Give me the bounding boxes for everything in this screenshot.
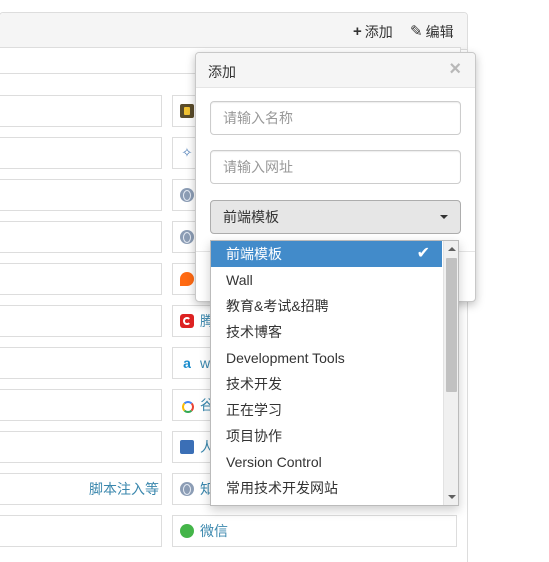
option-label: 技术博客 xyxy=(226,324,282,340)
category-select[interactable]: 前端模板 xyxy=(210,200,461,234)
url-input[interactable] xyxy=(210,150,461,184)
check-icon: ✔ xyxy=(416,245,430,262)
link-box[interactable] xyxy=(0,347,162,379)
category-dropdown: 前端模板 ✔ Wall 教育&考试&招聘 技术博客 Development To… xyxy=(210,240,459,506)
dropdown-options: 前端模板 ✔ Wall 教育&考试&招聘 技术博客 Development To… xyxy=(211,241,442,501)
link-box[interactable]: 微信 xyxy=(172,515,457,547)
edit-button[interactable]: ✎ 编辑 xyxy=(410,22,454,42)
link-box[interactable] xyxy=(0,389,162,421)
dropdown-option[interactable]: 正在学习 xyxy=(211,397,442,423)
link-box[interactable] xyxy=(0,137,162,169)
dropdown-scrollbar[interactable] xyxy=(443,241,458,505)
dropdown-option[interactable]: 技术博客 xyxy=(211,319,442,345)
dropdown-option[interactable]: Development Tools xyxy=(211,345,442,371)
dropdown-option[interactable]: 前端模板 ✔ xyxy=(211,241,442,267)
name-input[interactable] xyxy=(210,101,461,135)
option-label: 常用技术开发网站 xyxy=(226,480,338,496)
dropdown-option[interactable]: 教育&考试&招聘 xyxy=(211,293,442,319)
add-button-label: 添加 xyxy=(364,24,393,40)
link-box[interactable] xyxy=(0,305,162,337)
dropdown-option[interactable]: Version Control xyxy=(211,449,442,475)
add-button[interactable]: + 添加 xyxy=(353,22,393,42)
link-box[interactable] xyxy=(0,263,162,295)
option-label: Version Control xyxy=(226,454,322,470)
option-label: 教育&考试&招聘 xyxy=(226,298,329,314)
pencil-icon: ✎ xyxy=(410,23,423,40)
dropdown-option[interactable]: 项目协作 xyxy=(211,423,442,449)
edit-button-label: 编辑 xyxy=(425,24,454,40)
modal-title: 添加 xyxy=(208,64,236,80)
link-text: w xyxy=(200,355,211,371)
link-box[interactable]: 脚本注入等 xyxy=(0,473,162,505)
link-box[interactable] xyxy=(0,95,162,127)
link-box[interactable] xyxy=(0,515,162,547)
a-logo-icon: a xyxy=(183,355,191,371)
google-icon xyxy=(180,398,194,413)
orange-logo-icon xyxy=(180,272,194,286)
caret-down-icon xyxy=(440,215,448,219)
option-label: 技术开发 xyxy=(226,376,282,392)
option-label: Development Tools xyxy=(226,350,345,366)
modal-header: 添加 × xyxy=(196,53,475,88)
scroll-up-icon[interactable] xyxy=(448,247,456,251)
bookmark-icon xyxy=(180,104,194,118)
link-box[interactable] xyxy=(0,431,162,463)
scroll-down-icon[interactable] xyxy=(448,495,456,499)
option-label: 前端模板 xyxy=(226,246,282,262)
link-box[interactable] xyxy=(0,221,162,253)
people-icon xyxy=(180,440,194,454)
wechat-icon xyxy=(180,524,194,538)
star-icon: ✧ xyxy=(181,145,193,160)
link-text: 微信 xyxy=(200,523,228,539)
category-select-value: 前端模板 xyxy=(223,209,279,225)
option-label: 项目协作 xyxy=(226,428,282,444)
link-text: 脚本注入等 xyxy=(89,481,159,497)
tencent-icon xyxy=(180,314,194,328)
close-icon[interactable]: × xyxy=(449,59,461,79)
page: + 添加 ✎ 编辑 脚本注入等 ✧ 腾 a w 谷 人 知 微信 添加 × 请输… xyxy=(0,0,549,562)
option-label: Wall xyxy=(226,272,253,288)
dropdown-option[interactable]: 常用技术开发网站 xyxy=(211,475,442,501)
globe-icon xyxy=(180,482,194,496)
dropdown-option[interactable]: 技术开发 xyxy=(211,371,442,397)
globe-icon xyxy=(180,188,194,202)
link-box[interactable] xyxy=(0,179,162,211)
scrollbar-thumb[interactable] xyxy=(446,258,457,392)
plus-icon: + xyxy=(353,23,362,40)
panel-heading: + 添加 ✎ 编辑 xyxy=(0,13,467,50)
dropdown-option[interactable]: Wall xyxy=(211,267,442,293)
option-label: 正在学习 xyxy=(226,402,282,418)
globe-icon xyxy=(180,230,194,244)
